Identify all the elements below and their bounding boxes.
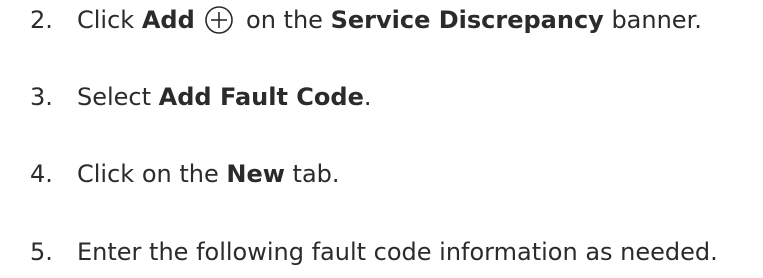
step-text-part: on the — [238, 6, 331, 34]
add-fault-code-label: Add Fault Code — [158, 83, 364, 111]
step-number: 4. — [30, 160, 53, 188]
step-text: Select Add Fault Code. — [77, 77, 371, 117]
step-text-part: Click on the — [77, 160, 227, 188]
step-text-part: banner. — [603, 6, 702, 34]
add-circle-icon — [204, 5, 234, 35]
step-number: 5. — [30, 238, 53, 266]
step-text-part: Enter the following fault code informati… — [77, 238, 718, 266]
step-text-part: Click — [77, 6, 142, 34]
step-text-part: . — [363, 83, 372, 111]
add-label: Add — [141, 6, 195, 34]
step-text: Click Add on the Service Discrepancy ban… — [77, 0, 702, 40]
step-text: Enter the following fault code informati… — [77, 232, 718, 272]
new-tab-label: New — [226, 160, 285, 188]
step-text-part: Select — [77, 83, 159, 111]
step-number: 2. — [30, 6, 53, 34]
service-discrepancy-label: Service Discrepancy — [330, 6, 604, 34]
step-text: Click on the New tab. — [77, 154, 340, 194]
step-text-part: tab. — [284, 160, 340, 188]
step-number: 3. — [30, 83, 53, 111]
